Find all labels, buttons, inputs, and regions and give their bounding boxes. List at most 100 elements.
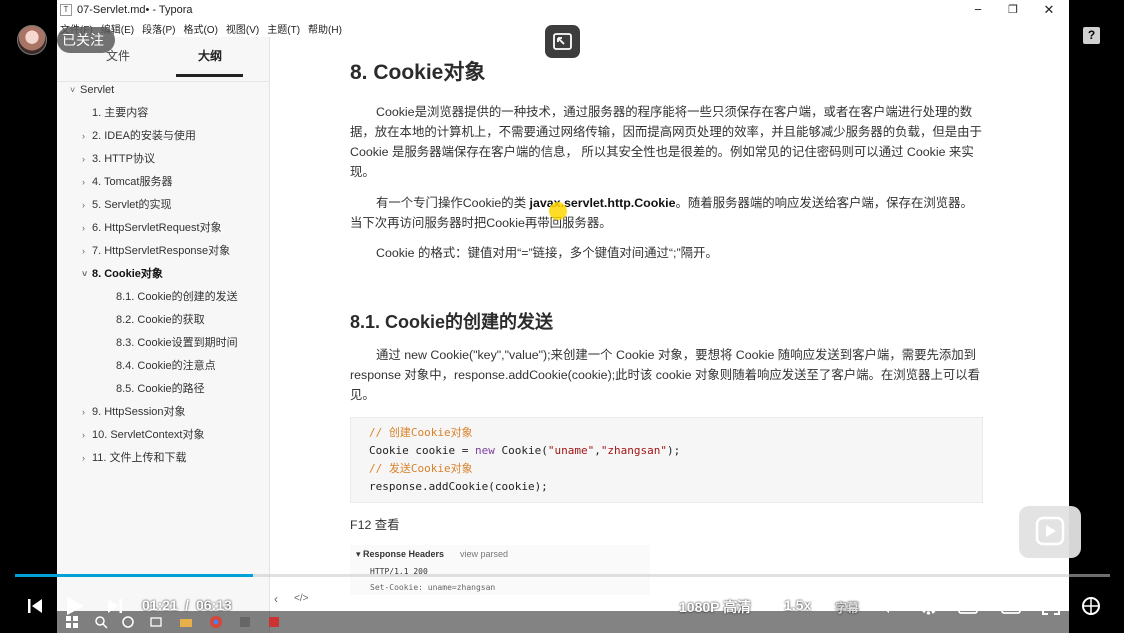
menu-help[interactable]: 帮助(H) (308, 21, 342, 36)
source-mode-toggle[interactable]: </> (294, 593, 308, 604)
outline-item[interactable]: 8.2. Cookie的获取 (106, 310, 205, 330)
help-icon[interactable]: ? (1083, 27, 1100, 44)
tab-outline-indicator (176, 74, 243, 77)
follow-badge[interactable]: 已关注 (57, 27, 115, 53)
play-icon (1035, 516, 1065, 546)
paragraph-cookie-format: Cookie 的格式：键值对用“=”链接，多个键值对间通过“;”隔开。 (376, 246, 718, 260)
outline-item-label: 9. HttpSession对象 (92, 406, 186, 418)
outline-item[interactable]: › 4. Tomcat服务器 (82, 172, 173, 192)
outline-item[interactable]: › 5. Servlet的实现 (82, 195, 171, 215)
code-comment-send: // 发送Cookie对象 (369, 462, 473, 475)
code-comment-create: // 创建Cookie对象 (369, 426, 473, 439)
outline-item-label: 8.4. Cookie的注意点 (116, 360, 216, 372)
chevron-right-icon[interactable]: › (82, 218, 92, 238)
chevron-right-icon[interactable]: › (82, 402, 92, 422)
code-string-value: "zhangsan" (600, 444, 668, 457)
player-controls: 01:21 / 06:13 1080P 高清 1.5x 字幕 (0, 588, 1124, 624)
time-separator: / (185, 597, 189, 613)
menu-format[interactable]: 格式(O) (183, 21, 217, 36)
heading-cookie-object: 8. Cookie对象 (350, 61, 486, 84)
settings-gear-icon[interactable] (918, 595, 940, 617)
view-parsed-link: view parsed (460, 549, 509, 559)
code-block[interactable]: // 创建Cookie对象 Cookie cookie = new Cookie… (350, 417, 983, 503)
code-token: , (594, 444, 601, 457)
chevron-down-icon[interactable]: ˅ (70, 80, 80, 100)
toggle-sidebar-icon[interactable]: ‹ (274, 592, 278, 606)
outline-item-label: 5. Servlet的实现 (92, 199, 172, 211)
fullscreen-icon[interactable] (1040, 595, 1062, 617)
code-token: Cookie( (494, 444, 548, 457)
chevron-right-icon[interactable]: › (82, 448, 92, 468)
outline-item[interactable]: 8.1. Cookie的创建的发送 (106, 287, 238, 307)
outline-item[interactable]: ˅ Servlet (70, 80, 114, 100)
outline-item[interactable]: 1. 主要内容 (82, 103, 148, 123)
response-headers-label: ▾ Response Headers (356, 549, 445, 559)
mini-play-button[interactable] (1019, 506, 1081, 558)
exit-fullscreen-icon (553, 33, 572, 50)
paragraph-cookie-intro: Cookie是浏览器提供的一种技术，通过服务器的程序能将一些只须保存在客户端，或… (350, 105, 982, 179)
outline-item[interactable]: 8.5. Cookie的路径 (106, 379, 205, 399)
outline-item-label: 8. Cookie对象 (92, 268, 163, 280)
chevron-right-icon[interactable]: › (82, 425, 92, 445)
speed-selector[interactable]: 1.5x (784, 597, 811, 613)
code-string-key: "uname" (547, 444, 595, 457)
sidebar: 文件 大纲 ˅ Servlet 1. 主要内容 › 2. IDEA的安装与使用 › 3. H… (57, 37, 270, 633)
play-button-icon[interactable] (64, 595, 86, 617)
outline-item-label: 4. Tomcat服务器 (92, 176, 173, 188)
outline-item-label: 7. HttpServletResponse对象 (92, 245, 231, 257)
total-time: 06:13 (196, 597, 232, 613)
chevron-down-icon[interactable]: ˅ (82, 264, 92, 284)
outline-item-label: 6. HttpServletRequest对象 (92, 222, 222, 234)
previous-icon[interactable] (26, 595, 44, 617)
outline-item[interactable]: 8.3. Cookie设置到期时间 (106, 333, 238, 353)
next-icon[interactable] (106, 595, 124, 617)
outline-item[interactable]: › 2. IDEA的安装与使用 (82, 126, 196, 146)
outline-item[interactable]: › 10. ServletContext对象 (82, 425, 205, 445)
chevron-right-icon[interactable]: › (82, 149, 92, 169)
paragraph-cookie-create: 通过 new Cookie("key","value");来创建一个 Cooki… (350, 348, 981, 402)
chevron-right-icon[interactable]: › (82, 126, 92, 146)
code-token: Cookie cookie = (369, 444, 475, 457)
outline-item-label: 2. IDEA的安装与使用 (92, 130, 196, 142)
outline-item[interactable]: › 11. 文件上传和下载 (82, 448, 187, 468)
outline-item[interactable]: 8.4. Cookie的注意点 (106, 356, 216, 376)
exit-fullscreen-button[interactable] (545, 25, 580, 58)
outline-item[interactable]: › 3. HTTP协议 (82, 149, 155, 169)
code-line-new-cookie: Cookie cookie = new Cookie("uname","zhan… (369, 442, 982, 460)
outline-item-label: 3. HTTP协议 (92, 153, 155, 165)
title-bar: T 07-Servlet.md• - Typora − ❐ ✕ (57, 0, 1069, 20)
typora-app-icon: T (60, 4, 72, 16)
menu-paragraph[interactable]: 段落(P) (142, 21, 175, 36)
tab-outline[interactable]: 大纲 (198, 47, 222, 64)
web-fullscreen-icon[interactable] (1000, 595, 1022, 617)
outline-item[interactable]: ˅ 8. Cookie对象 (82, 264, 163, 284)
outline-item-label: 11. 文件上传和下载 (92, 452, 187, 464)
quality-selector[interactable]: 1080P 高清 (679, 597, 751, 617)
window-title: 07-Servlet.md• - Typora (77, 4, 193, 16)
subtitle-toggle[interactable]: 字幕 (835, 599, 859, 616)
typora-window: T 07-Servlet.md• - Typora − ❐ ✕ 文件(F) 编辑… (57, 0, 1069, 633)
menu-view[interactable]: 视图(V) (226, 21, 259, 36)
code-line-add-cookie: response.addCookie(cookie); (369, 480, 548, 493)
progress-bar[interactable] (15, 574, 1110, 577)
picture-in-picture-icon[interactable] (957, 595, 979, 617)
outline-item[interactable]: › 6. HttpServletRequest对象 (82, 218, 222, 238)
outline-item[interactable]: › 9. HttpSession对象 (82, 402, 186, 422)
volume-icon[interactable] (877, 595, 899, 617)
chevron-right-icon[interactable]: › (82, 241, 92, 261)
current-time: 01:21 (142, 597, 178, 613)
danmaku-settings-icon[interactable] (1080, 595, 1102, 617)
progress-fill (15, 574, 253, 577)
menu-theme[interactable]: 主题(T) (267, 21, 300, 36)
restore-button[interactable]: ❐ (995, 0, 1031, 20)
outline-item-label: 8.5. Cookie的路径 (116, 383, 205, 395)
editor[interactable]: 8. Cookie对象 Cookie是浏览器提供的一种技术，通过服务器的程序能将… (270, 37, 1069, 633)
outline-item-label: 8.1. Cookie的创建的发送 (116, 291, 238, 303)
uploader-avatar[interactable] (17, 25, 47, 55)
outline-item[interactable]: › 7. HttpServletResponse对象 (82, 241, 230, 261)
chevron-right-icon[interactable]: › (82, 172, 92, 192)
close-button[interactable]: ✕ (1031, 0, 1067, 20)
cursor-highlight (549, 202, 567, 220)
chevron-right-icon[interactable]: › (82, 195, 92, 215)
minimize-button[interactable]: − (960, 0, 996, 20)
